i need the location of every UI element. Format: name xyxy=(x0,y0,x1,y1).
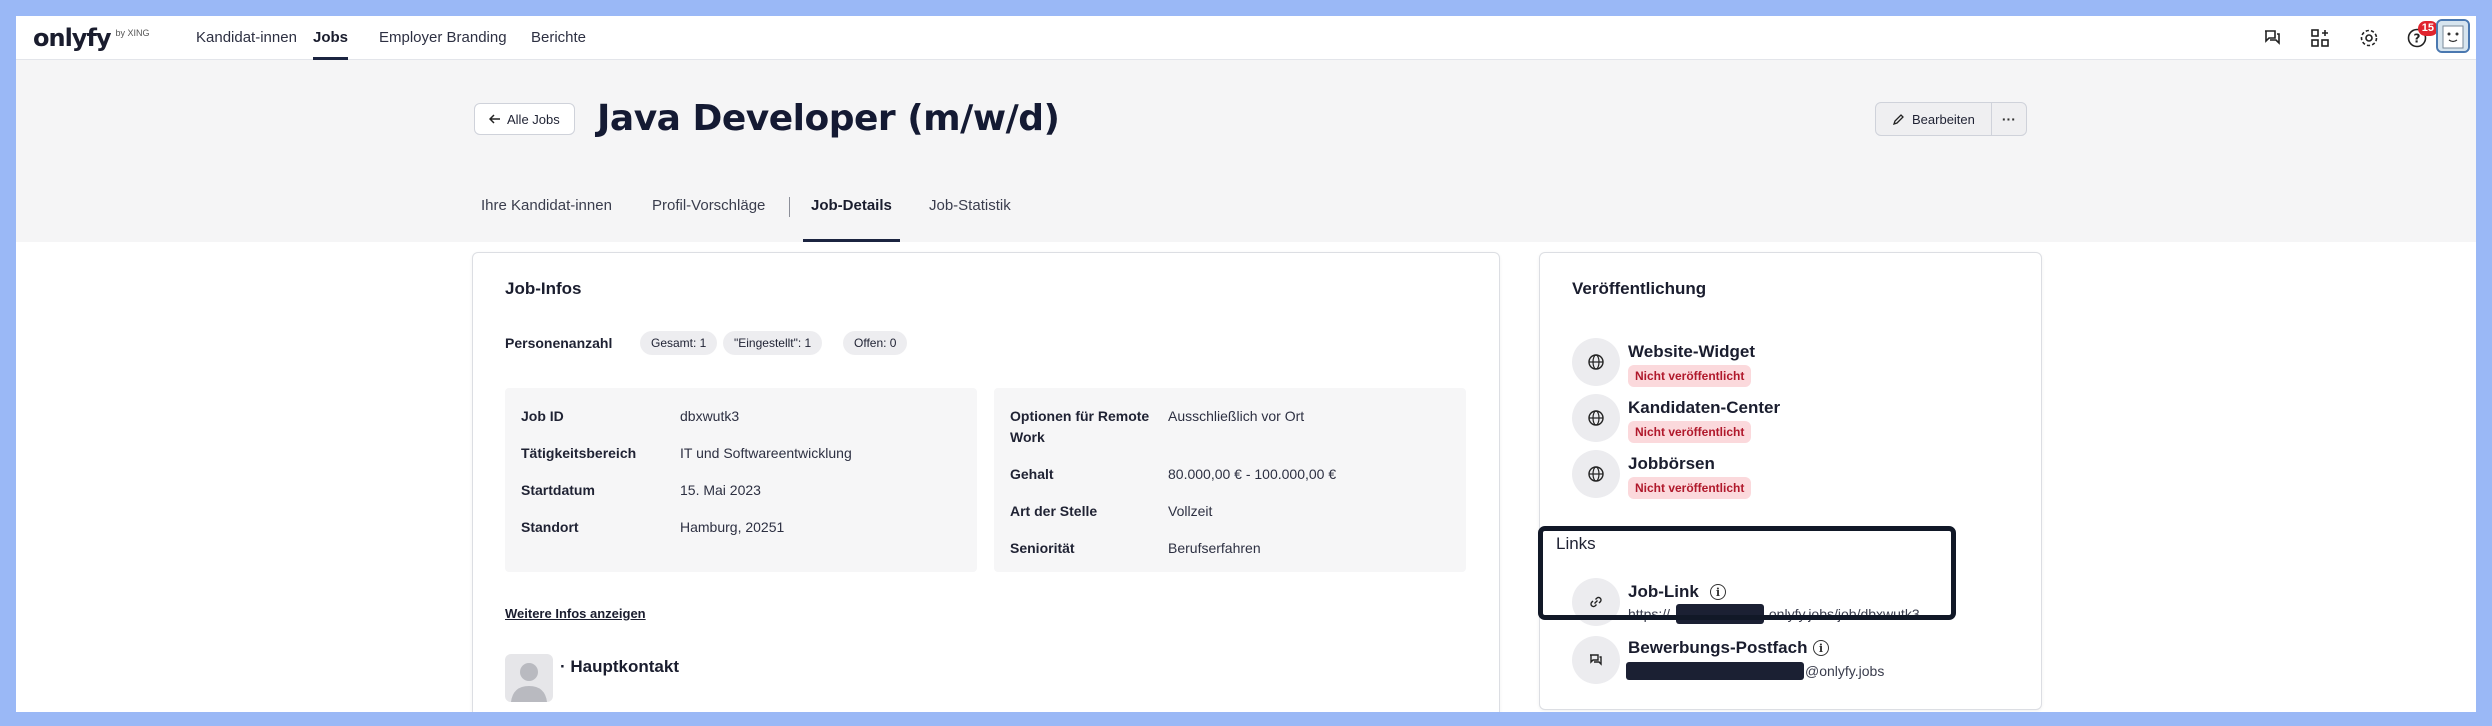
page-title: Java Developer (m/w/d) xyxy=(597,98,1060,139)
logo-byline: by XING xyxy=(115,28,150,38)
top-navigation: onlyfy by XING Kandidat-innen Jobs Emplo… xyxy=(16,16,2476,60)
art-der-stelle-value: Vollzeit xyxy=(1168,503,1213,519)
chip-gesamt: Gesamt: 1 xyxy=(640,331,718,355)
mailbox-icon xyxy=(1572,636,1620,684)
chip-offen: Offen: 0 xyxy=(843,331,908,355)
taetigkeitsbereich-value: IT und Softwareentwicklung xyxy=(680,445,852,461)
globe-icon xyxy=(1572,450,1620,498)
contact-avatar xyxy=(505,654,553,702)
mailbox-address-suffix[interactable]: @onlyfy.jobs xyxy=(1805,663,1884,679)
personenanzahl-label: Personenanzahl xyxy=(505,335,613,351)
status-badge: Nicht veröffentlicht xyxy=(1628,477,1752,499)
links-highlight-box xyxy=(1538,526,1956,620)
globe-icon xyxy=(1572,338,1620,386)
startdatum-value: 15. Mai 2023 xyxy=(680,482,761,498)
job-id-label: Job ID xyxy=(521,408,564,424)
nav-item-jobs[interactable]: Jobs xyxy=(313,29,349,60)
startdatum-label: Startdatum xyxy=(521,482,595,498)
remote-work-value: Ausschließlich vor Ort xyxy=(1168,408,1305,424)
status-badge: Nicht veröffentlicht xyxy=(1628,365,1752,387)
arrow-left-icon xyxy=(489,114,500,124)
art-der-stelle-label: Art der Stelle xyxy=(1010,503,1098,519)
job-infos-title: Job-Infos xyxy=(505,279,582,298)
job-id-value: dbxwutk3 xyxy=(680,408,740,424)
tab-job-details[interactable]: Job-Details xyxy=(803,197,900,242)
nav-item-employer-branding[interactable]: Employer Branding xyxy=(379,29,507,60)
info-icon[interactable]: i xyxy=(1813,640,1829,656)
back-to-jobs-button[interactable]: Alle Jobs xyxy=(474,103,575,135)
globe-icon xyxy=(1572,394,1620,442)
status-badge: Nicht veröffentlicht xyxy=(1628,421,1752,443)
tab-profil-vorschlaege[interactable]: Profil-Vorschläge xyxy=(652,197,765,242)
gehalt-label: Gehalt xyxy=(1010,466,1054,482)
edit-button-group: Bearbeiten ··· xyxy=(1875,102,2027,136)
mailbox-label: Bewerbungs-Postfach xyxy=(1628,638,1808,657)
help-icon[interactable]: ? 15 xyxy=(2404,21,2438,51)
senioritaet-label: Seniorität xyxy=(1010,540,1075,556)
tab-job-statistik[interactable]: Job-Statistik xyxy=(929,197,1011,242)
edit-button-label: Bearbeiten xyxy=(1912,111,1975,127)
pencil-icon xyxy=(1892,113,1904,125)
apps-icon[interactable] xyxy=(2307,25,2333,51)
user-avatar[interactable] xyxy=(2436,19,2470,53)
gear-icon[interactable] xyxy=(2356,25,2382,51)
redacted-mailbox-name xyxy=(1626,662,1804,680)
chip-eingestellt: "Eingestellt": 1 xyxy=(723,331,823,355)
logo-wordmark: onlyfy xyxy=(33,24,112,52)
chat-icon[interactable] xyxy=(2259,25,2285,51)
job-header xyxy=(16,60,2476,242)
gehalt-value: 80.000,00 € - 100.000,00 € xyxy=(1168,466,1337,482)
taetigkeitsbereich-label: Tätigkeitsbereich xyxy=(521,445,637,461)
back-button-label: Alle Jobs xyxy=(507,111,560,127)
app-window: onlyfy by XING Kandidat-innen Jobs Emplo… xyxy=(16,16,2476,712)
more-options-button[interactable]: ··· xyxy=(1992,103,2026,135)
channel-kandidaten-center[interactable]: Kandidaten-Center xyxy=(1628,398,1780,418)
more-info-link[interactable]: Weitere Infos anzeigen xyxy=(505,606,646,621)
channel-website-widget[interactable]: Website-Widget xyxy=(1628,342,1755,362)
standort-value: Hamburg, 20251 xyxy=(680,519,785,535)
notification-badge: 15 xyxy=(2417,21,2438,36)
tab-divider xyxy=(789,197,790,217)
channel-jobboersen[interactable]: Jobbörsen xyxy=(1628,454,1715,474)
hauptkontakt-title: · Hauptkontakt xyxy=(560,657,679,676)
remote-work-label: Optionen für Remote Work xyxy=(1010,408,1150,445)
standort-label: Standort xyxy=(521,519,579,535)
onlyfy-logo[interactable]: onlyfy by XING xyxy=(33,24,150,52)
nav-item-kandidat-innen[interactable]: Kandidat-innen xyxy=(196,29,297,60)
publication-title: Veröffentlichung xyxy=(1572,279,1707,298)
senioritaet-value: Berufserfahren xyxy=(1168,540,1261,556)
edit-button[interactable]: Bearbeiten xyxy=(1876,103,1992,135)
nav-item-berichte[interactable]: Berichte xyxy=(531,29,586,60)
tab-ihre-kandidat-innen[interactable]: Ihre Kandidat-innen xyxy=(481,197,612,242)
